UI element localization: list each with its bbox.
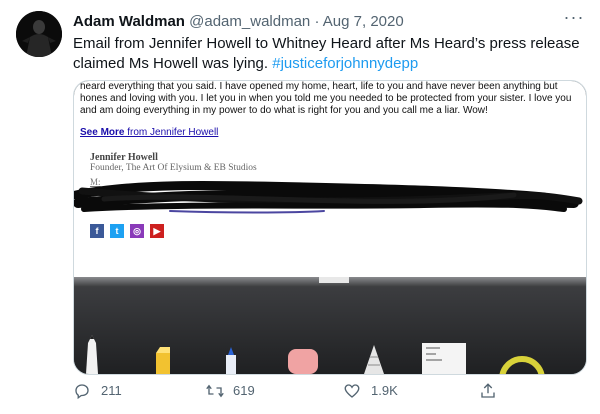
hashtag-link[interactable]: #justiceforjohnnydepp bbox=[272, 55, 418, 72]
tweet-date[interactable]: Aug 7, 2020 bbox=[323, 13, 404, 30]
tweet-media[interactable]: heard everything that you said. I have o… bbox=[73, 80, 587, 375]
desk-background bbox=[74, 277, 586, 374]
author-name[interactable]: Adam Waldman bbox=[73, 13, 185, 30]
twitter-icon: t bbox=[110, 224, 124, 238]
retweet-icon bbox=[206, 384, 224, 398]
tweet-header: Adam Waldman @adam_waldman · Aug 7, 2020 bbox=[73, 12, 553, 32]
see-more-rest: from Jennifer Howell bbox=[124, 127, 219, 138]
signature-name: Jennifer Howell bbox=[90, 152, 158, 163]
eraser-pink bbox=[288, 349, 318, 374]
email-screenshot: heard everything that you said. I have o… bbox=[74, 81, 586, 277]
retweet-button[interactable]: 619 bbox=[205, 381, 275, 401]
youtube-icon: ▶ bbox=[150, 224, 164, 238]
see-more-bold: See More bbox=[80, 127, 125, 138]
like-button[interactable]: 1.9K bbox=[343, 381, 413, 401]
see-more-link: See More from Jennifer Howell bbox=[80, 127, 218, 138]
social-icons: f t ◎ ▶ bbox=[90, 224, 166, 238]
ruler-tool bbox=[422, 343, 466, 374]
redaction-scribble bbox=[74, 180, 583, 214]
highlighter-yellow bbox=[156, 347, 170, 374]
retweet-count: 619 bbox=[233, 383, 255, 398]
email-body-text: heard everything that you said. I have o… bbox=[80, 81, 572, 116]
tweet-actions: 211 619 1.9K bbox=[73, 381, 503, 401]
author-handle[interactable]: @adam_waldman bbox=[189, 13, 310, 30]
signature-title: Founder, The Art Of Elysium & EB Studios bbox=[90, 163, 257, 173]
avatar[interactable] bbox=[16, 11, 62, 57]
reply-icon bbox=[75, 384, 89, 400]
share-button[interactable] bbox=[479, 381, 503, 401]
header-separator: · bbox=[314, 13, 320, 30]
tweet-text: Email from Jennifer Howell to Whitney He… bbox=[73, 34, 583, 74]
instagram-icon: ◎ bbox=[130, 224, 144, 238]
heart-icon bbox=[344, 384, 360, 398]
reply-count: 211 bbox=[101, 383, 122, 398]
tweet: Adam Waldman @adam_waldman · Aug 7, 2020… bbox=[0, 0, 600, 414]
reply-button[interactable]: 211 bbox=[73, 381, 133, 401]
more-options-button[interactable]: ··· bbox=[562, 8, 586, 30]
like-count: 1.9K bbox=[371, 383, 398, 398]
share-icon bbox=[481, 383, 495, 398]
facebook-icon: f bbox=[90, 224, 104, 238]
